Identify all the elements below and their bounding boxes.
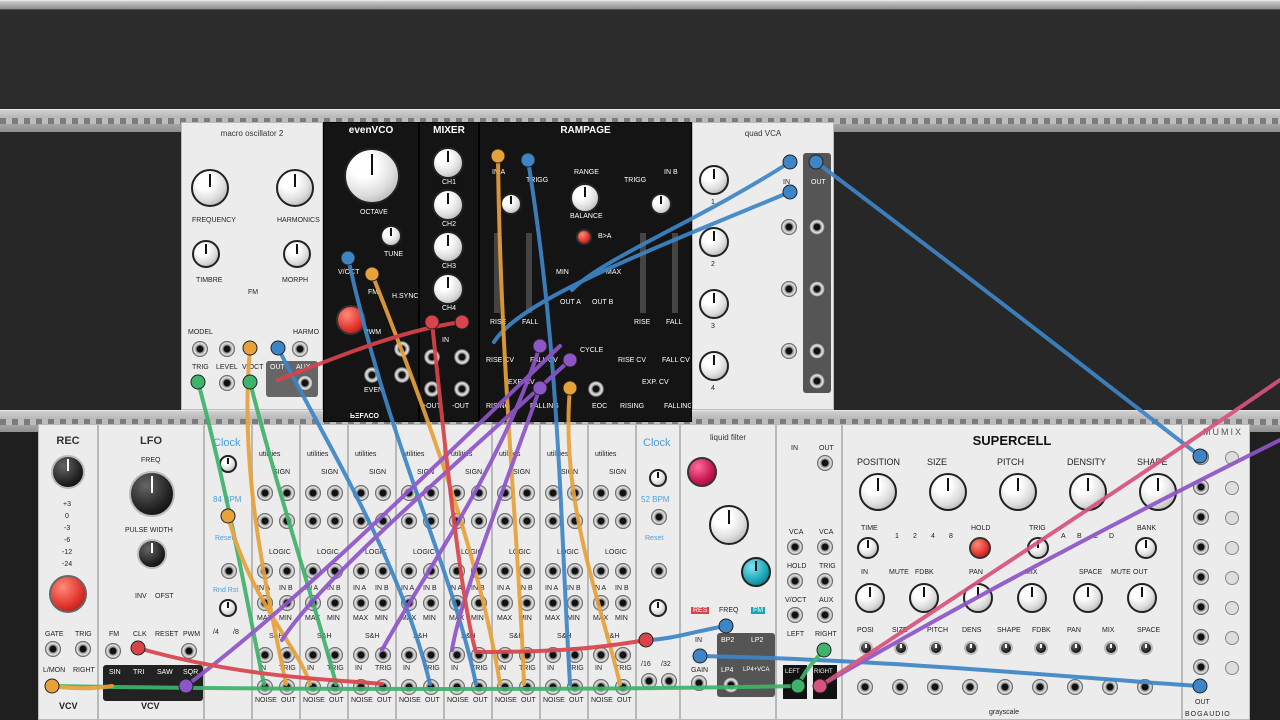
- cable-blue: [492, 190, 792, 344]
- cable-purple: [184, 344, 562, 688]
- cable-blue: [644, 624, 728, 642]
- cable-blue: [276, 346, 432, 686]
- cable-blue: [698, 654, 1202, 688]
- cable-red: [818, 378, 1280, 688]
- cable-purple: [818, 438, 1280, 688]
- cable-purple: [280, 358, 572, 642]
- cable-red: [474, 638, 648, 654]
- cable-green: [50, 684, 800, 691]
- cable-orange: [50, 684, 114, 691]
- patch-cables[interactable]: [0, 0, 1280, 720]
- cable-plugs: [44, 148, 1208, 694]
- cable-blue: [814, 160, 1202, 458]
- cable-blue: [526, 158, 572, 686]
- cable-orange: [566, 386, 622, 686]
- cable-green: [248, 380, 338, 686]
